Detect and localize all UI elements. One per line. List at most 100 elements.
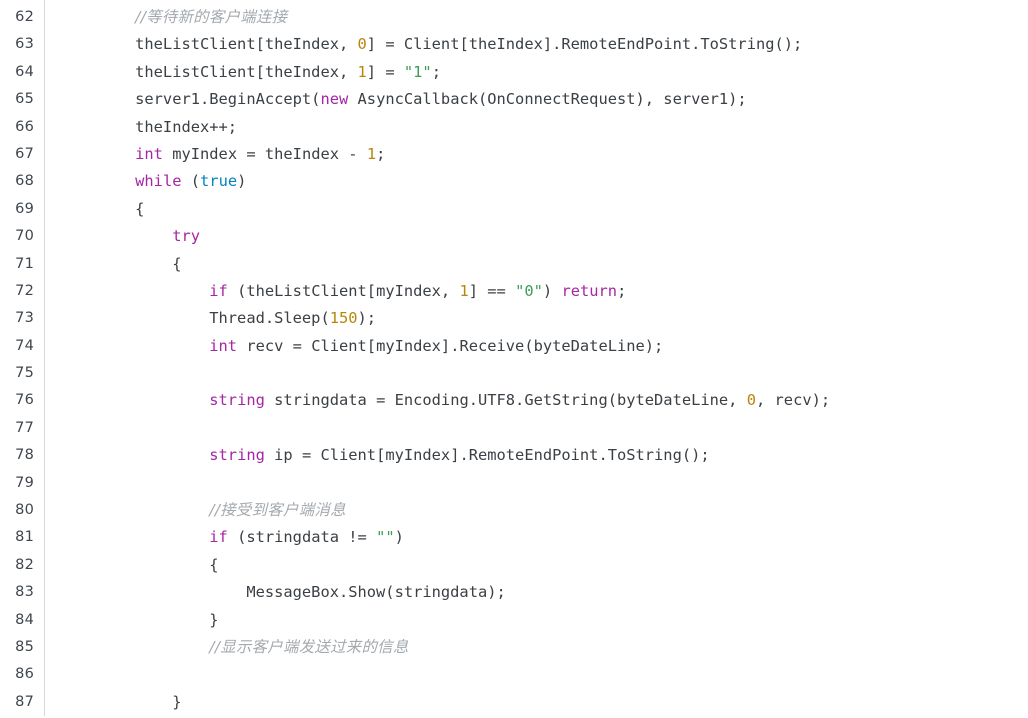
- token-plain: ip = Client[myIndex].RemoteEndPoint.ToSt…: [264, 446, 710, 465]
- token-number: 1: [366, 144, 377, 163]
- token-plain: recv = Client[myIndex].Receive(byteDateL…: [237, 336, 664, 355]
- token-plain: Thread.Sleep(: [61, 309, 330, 328]
- code-line[interactable]: //接受到客户端消息: [45, 497, 1028, 524]
- code-line[interactable]: //显示客户端发送过来的信息: [45, 634, 1028, 661]
- token-type: int: [135, 144, 163, 163]
- line-number: 76: [15, 392, 34, 409]
- line-number: 63: [15, 36, 34, 53]
- line-number: 67: [15, 145, 34, 162]
- token-plain: ): [542, 281, 562, 300]
- code-line[interactable]: {: [45, 251, 1028, 278]
- token-plain: }: [61, 610, 219, 629]
- token-keyword: while: [135, 172, 182, 191]
- line-number: 65: [15, 91, 34, 108]
- line-number: 64: [15, 63, 34, 80]
- line-number: 73: [15, 310, 34, 327]
- line-number: 84: [15, 611, 34, 628]
- token-type: int: [209, 336, 238, 355]
- token-type: string: [209, 446, 265, 465]
- token-plain: ;: [376, 144, 386, 163]
- code-line[interactable]: [45, 470, 1028, 497]
- token-plain: {: [61, 254, 182, 273]
- code-line[interactable]: server1.BeginAccept(new AsyncCallback(On…: [45, 86, 1028, 113]
- token-string: "": [376, 528, 395, 547]
- token-plain: theListClient[theIndex,: [61, 62, 358, 81]
- token-keyword: if: [209, 528, 228, 547]
- code-line[interactable]: if (theListClient[myIndex, 1] == "0") re…: [45, 278, 1028, 305]
- code-viewer[interactable]: 62 63 64 65 66 67 68 69 70 71 72 73 74 75 76 77 78 79 80 81…: [0, 0, 1028, 718]
- token-plain: theListClient[theIndex,: [61, 35, 358, 54]
- line-number: 69: [15, 200, 34, 217]
- line-number-gutter: 62 63 64 65 66 67 68 69 70 71 72 73 74 75 76 77 78 79 80 81…: [0, 0, 45, 717]
- code-content-area[interactable]: //等待新的客户端连接 theListClient[theIndex, 0] =…: [45, 0, 1028, 717]
- line-number: 66: [15, 118, 34, 135]
- token-plain: ] ==: [468, 281, 516, 300]
- token-plain: {: [61, 555, 219, 574]
- token-plain: theIndex++;: [61, 117, 238, 136]
- code-line[interactable]: }: [45, 689, 1028, 716]
- code-line[interactable]: while (true): [45, 168, 1028, 195]
- code-line[interactable]: theListClient[theIndex, 0] = Client[theI…: [45, 31, 1028, 58]
- code-line[interactable]: string stringdata = Encoding.UTF8.GetStr…: [45, 387, 1028, 414]
- token-plain: (: [181, 172, 201, 191]
- token-plain: );: [357, 309, 377, 328]
- token-plain: (stringdata !=: [227, 528, 377, 547]
- line-number: 70: [15, 228, 34, 245]
- line-number: 80: [15, 502, 34, 519]
- token-plain: ;: [617, 281, 627, 300]
- token-number: 1: [357, 62, 367, 81]
- code-line[interactable]: [45, 360, 1028, 387]
- token-plain: MessageBox.Show(stringdata);: [61, 583, 506, 602]
- line-number: 83: [15, 584, 34, 601]
- line-number: 78: [15, 447, 34, 464]
- line-number: 71: [15, 255, 34, 272]
- token-keyword: if: [209, 281, 228, 300]
- code-line[interactable]: int myIndex = theIndex - 1;: [45, 141, 1028, 168]
- token-string: "1": [403, 62, 432, 81]
- code-line[interactable]: int recv = Client[myIndex].Receive(byteD…: [45, 333, 1028, 360]
- token-plain: ] = Client[theIndex].RemoteEndPoint.ToSt…: [366, 35, 803, 54]
- code-line[interactable]: {: [45, 552, 1028, 579]
- line-number: 85: [15, 638, 34, 655]
- line-number: 77: [15, 419, 34, 436]
- token-plain: server1.BeginAccept(: [61, 90, 321, 109]
- code-line[interactable]: {: [45, 196, 1028, 223]
- token-comment: //显示客户端发送过来的信息: [209, 637, 409, 656]
- line-number: 72: [15, 282, 34, 299]
- code-line[interactable]: [45, 661, 1028, 688]
- code-line[interactable]: theListClient[theIndex, 1] = "1";: [45, 59, 1028, 86]
- code-line[interactable]: string ip = Client[myIndex].RemoteEndPoi…: [45, 442, 1028, 469]
- code-line[interactable]: //等待新的客户端连接: [45, 4, 1028, 31]
- token-keyword: try: [172, 227, 201, 246]
- token-literal: true: [200, 172, 238, 191]
- token-number: 150: [329, 309, 358, 328]
- code-line[interactable]: }: [45, 607, 1028, 634]
- code-line[interactable]: Thread.Sleep(150);: [45, 305, 1028, 332]
- code-line[interactable]: theIndex++;: [45, 114, 1028, 141]
- code-line[interactable]: MessageBox.Show(stringdata);: [45, 579, 1028, 606]
- code-line[interactable]: [45, 415, 1028, 442]
- token-plain: stringdata = Encoding.UTF8.GetString(byt…: [264, 391, 747, 410]
- line-number: 62: [15, 9, 34, 25]
- line-number: 82: [15, 556, 34, 573]
- line-number: 87: [15, 693, 34, 710]
- code-line[interactable]: try: [45, 223, 1028, 250]
- token-string: "0": [515, 281, 543, 300]
- token-plain: ] =: [366, 62, 404, 81]
- code-line[interactable]: if (stringdata != ""): [45, 524, 1028, 551]
- line-number: 86: [15, 666, 34, 683]
- token-comment: //等待新的客户端连接: [135, 8, 288, 26]
- line-number: 74: [15, 337, 34, 354]
- token-plain: {: [61, 199, 145, 218]
